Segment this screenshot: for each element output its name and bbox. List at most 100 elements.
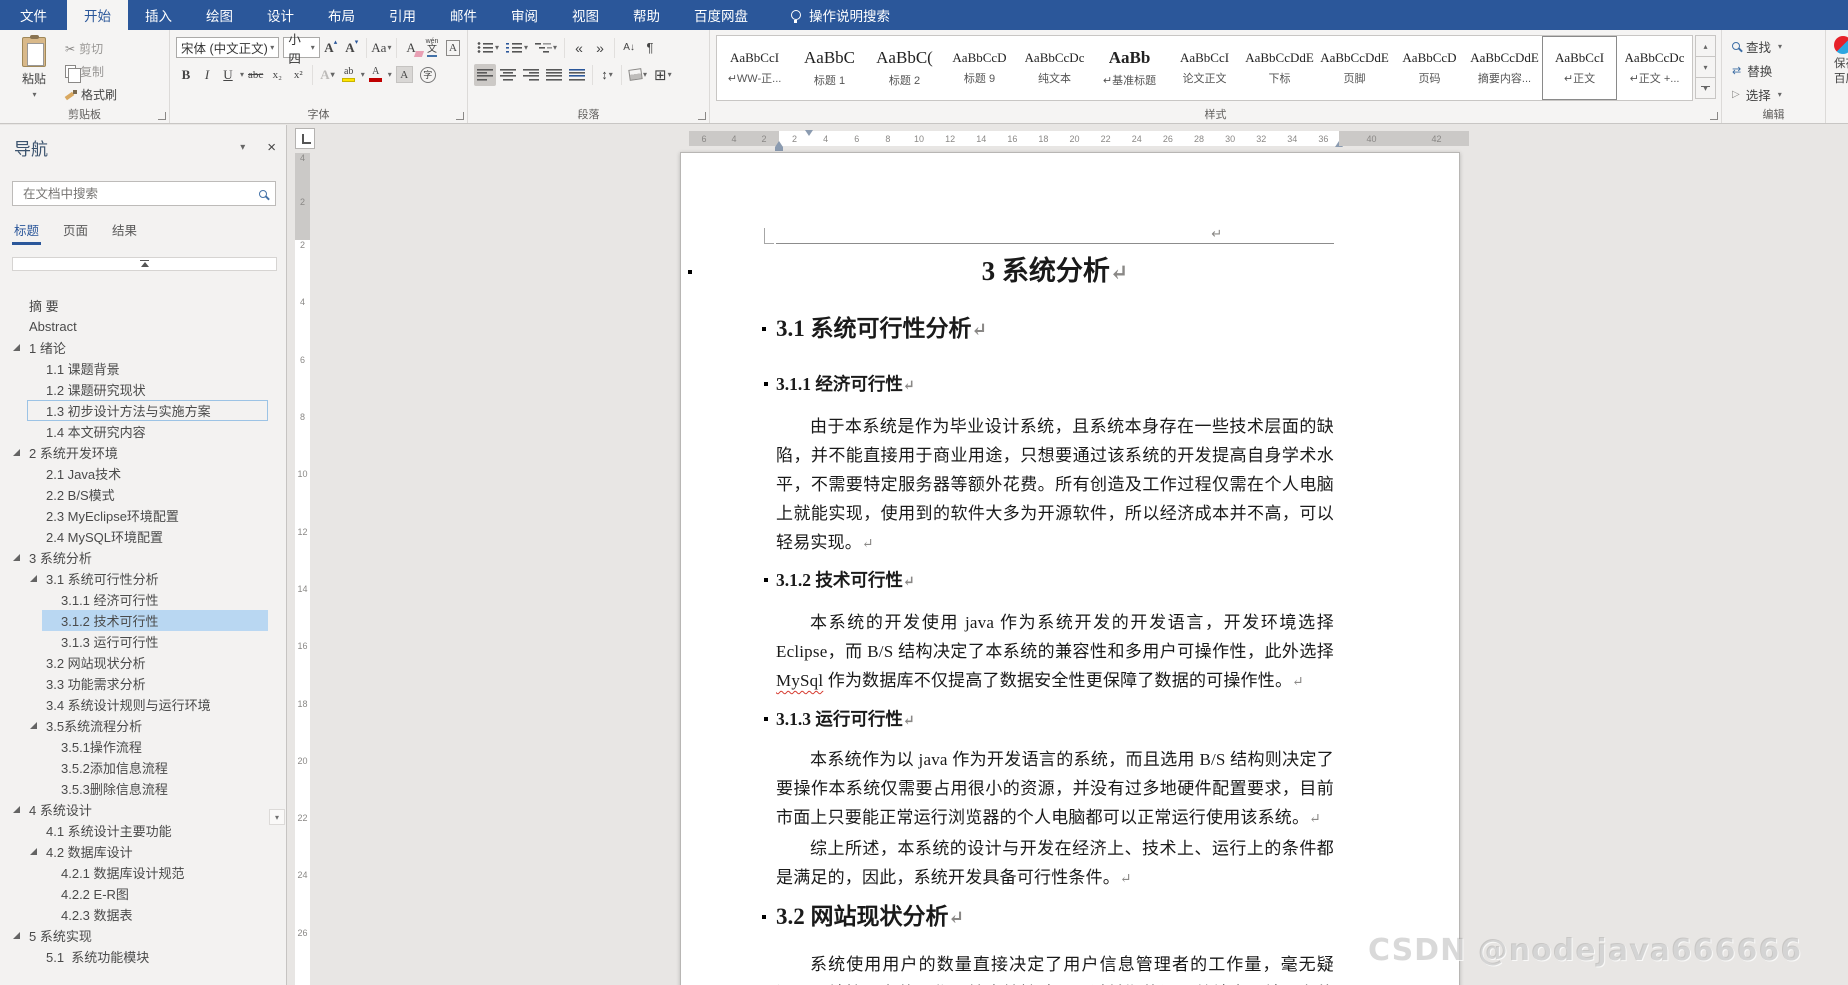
nav-outline-item[interactable]: 4 系统设计 xyxy=(10,799,268,820)
line-spacing-button[interactable]: ↕▾ xyxy=(597,64,617,86)
dialog-launcher-icon[interactable] xyxy=(158,112,166,120)
body-paragraph[interactable]: 综上所述，本系统的设计与开发在经济上、技术上、运行上的条件都是满足的，因此，系统… xyxy=(776,834,1334,894)
style-item[interactable]: AaBb ↵基准标题 xyxy=(1092,36,1167,100)
align-center-button[interactable] xyxy=(497,64,519,86)
ribbon-tab[interactable]: 插入 xyxy=(128,0,189,30)
highlight-color-button[interactable]: ab xyxy=(339,64,359,86)
nav-outline-item[interactable]: 4.2.1 数据库设计规范 xyxy=(42,862,268,883)
expand-arrow-icon[interactable] xyxy=(27,384,42,395)
nav-outline-item[interactable]: 1.4 本文研究内容 xyxy=(27,421,268,442)
nav-outline-item[interactable]: 4.1 系统设计主要功能 xyxy=(27,820,268,841)
align-right-button[interactable] xyxy=(520,64,542,86)
replace-button[interactable]: ⇄ 替换 xyxy=(1732,58,1821,82)
expand-arrow-icon[interactable] xyxy=(27,489,42,500)
justify-button[interactable] xyxy=(543,64,565,86)
expand-arrow-icon[interactable] xyxy=(10,321,25,332)
sort-button[interactable]: A↓ xyxy=(619,37,639,59)
grow-font-button[interactable]: A▴ xyxy=(321,37,341,59)
nav-outline-item[interactable]: 4.2.2 E-R图 xyxy=(42,883,268,904)
expand-arrow-icon[interactable] xyxy=(27,657,42,668)
expand-arrow-icon[interactable] xyxy=(42,867,57,878)
nav-outline-item[interactable]: 3.2 网站现状分析 xyxy=(27,652,268,673)
page-header-area[interactable]: ↵ xyxy=(776,153,1334,244)
expand-arrow-icon[interactable] xyxy=(27,846,42,857)
nav-outline-item[interactable]: 5 系统实现 xyxy=(10,925,268,946)
expand-arrow-icon[interactable] xyxy=(27,951,42,962)
clear-formatting-button[interactable]: A xyxy=(401,37,421,59)
ribbon-tab[interactable]: 引用 xyxy=(372,0,433,30)
increase-indent-button[interactable]: » xyxy=(590,37,610,59)
nav-search-input[interactable] xyxy=(21,186,259,202)
nav-outline-item[interactable]: 摘 要 xyxy=(10,295,268,316)
nav-tab[interactable]: 标题 xyxy=(14,217,39,241)
nav-tab[interactable]: 页面 xyxy=(63,217,88,241)
phonetic-guide-button[interactable]: wén文 xyxy=(422,37,442,59)
body-paragraph[interactable]: 由于本系统是作为毕业设计系统，且系统本身存在一些技术层面的缺陷，并不能直接用于商… xyxy=(776,412,1334,559)
chevron-down-icon[interactable]: ▾ xyxy=(240,70,244,79)
nav-outline-item[interactable]: 1.2 课题研究现状 xyxy=(27,379,268,400)
ribbon-tab[interactable]: 视图 xyxy=(555,0,616,30)
expand-arrow-icon[interactable] xyxy=(42,594,57,605)
show-marks-button[interactable]: ¶ xyxy=(640,37,660,59)
shrink-font-button[interactable]: A▾ xyxy=(342,37,362,59)
body-paragraph[interactable]: 本系统作为以 java 作为开发语言的系统，而且选用 B/S 结构则决定了要操作… xyxy=(776,745,1334,834)
strikethrough-button[interactable]: abc xyxy=(245,64,266,86)
nav-outline-item[interactable]: 2.2 B/S模式 xyxy=(27,484,268,505)
chapter-heading[interactable]: 3 系统分析↵ xyxy=(776,254,1334,290)
decrease-indent-button[interactable]: « xyxy=(569,37,589,59)
font-size-select[interactable]: 小四 ▾ xyxy=(283,37,319,58)
expand-arrow-icon[interactable] xyxy=(10,447,25,458)
expand-arrow-icon[interactable] xyxy=(42,909,57,920)
nav-tab[interactable]: 结果 xyxy=(112,217,137,241)
select-button[interactable]: ▷ 选择 ▾ xyxy=(1732,82,1821,106)
find-button[interactable]: 查找 ▾ xyxy=(1732,34,1821,58)
expand-arrow-icon[interactable] xyxy=(42,783,57,794)
pane-options-icon[interactable]: ▾ xyxy=(240,142,245,153)
expand-arrow-icon[interactable] xyxy=(10,552,25,563)
numbering-button[interactable]: ▾ xyxy=(503,37,531,59)
expand-arrow-icon[interactable] xyxy=(27,363,42,374)
nav-outline-item[interactable]: 3.1.3 运行可行性 xyxy=(42,631,268,652)
nav-outline-item[interactable]: 1.1 课题背景 xyxy=(27,358,268,379)
nav-outline-item[interactable]: 3.5系统流程分析 xyxy=(27,715,268,736)
tab-selector[interactable] xyxy=(295,128,315,149)
style-item[interactable]: AaBbCcD 标题 9 xyxy=(942,36,1017,100)
font-color-button[interactable]: A xyxy=(366,64,386,86)
document-page[interactable]: ↵ 3 系统分析↵ 3.1 系统可行性分析↵ 3.1.1 经济可行性↵ xyxy=(680,152,1460,985)
cut-button[interactable]: ✂ 剪切 xyxy=(62,38,120,59)
subscript-button[interactable]: x₂ xyxy=(267,64,287,86)
dialog-launcher-icon[interactable] xyxy=(456,112,464,120)
style-item[interactable]: AaBbCcD 页码 xyxy=(1392,36,1467,100)
nav-outline-item[interactable]: 1.3 初步设计方法与实施方案 xyxy=(27,400,268,421)
expand-arrow-icon[interactable] xyxy=(27,699,42,710)
dialog-launcher-icon[interactable] xyxy=(698,112,706,120)
nav-outline-item[interactable]: 3.5.1操作流程 xyxy=(42,736,268,757)
ribbon-tab[interactable]: 审阅 xyxy=(494,0,555,30)
body-paragraph[interactable]: 系统使用用户的数量直接决定了用户信息管理者的工作量，毫无疑问，网站管理者的工作量… xyxy=(776,950,1334,985)
tell-me-search[interactable]: 操作说明搜索 xyxy=(791,0,890,30)
expand-arrow-icon[interactable] xyxy=(42,762,57,773)
hanging-indent-marker[interactable] xyxy=(775,137,783,147)
expand-arrow-icon[interactable] xyxy=(10,804,25,815)
style-item[interactable]: AaBbCcI 论文正文 xyxy=(1167,36,1242,100)
subsection-heading-3-1-3[interactable]: 3.1.3 运行可行性↵ xyxy=(776,707,1334,733)
expand-arrow-icon[interactable] xyxy=(27,573,42,584)
change-case-button[interactable]: Aa▾ xyxy=(371,37,393,59)
expand-arrow-icon[interactable] xyxy=(27,510,42,521)
gallery-up-button[interactable]: ▴ xyxy=(1695,35,1716,57)
gallery-more-button[interactable]: ▾ xyxy=(1695,77,1716,99)
expand-arrow-icon[interactable] xyxy=(10,342,25,353)
expand-arrow-icon[interactable] xyxy=(27,426,42,437)
ribbon-tab[interactable]: 绘图 xyxy=(189,0,250,30)
subsection-heading-3-1-2[interactable]: 3.1.2 技术可行性↵ xyxy=(776,568,1334,594)
body-paragraph[interactable]: 本系统的开发使用 java 作为系统开发的开发语言，开发环境选择 Eclipse… xyxy=(776,608,1334,697)
chevron-down-icon[interactable]: ▾ xyxy=(361,70,365,79)
character-shading-button[interactable]: A xyxy=(393,64,416,86)
nav-outline-item[interactable]: 3.3 功能需求分析 xyxy=(27,673,268,694)
ribbon-tab[interactable]: 开始 xyxy=(67,0,128,30)
multilevel-list-button[interactable]: ▾ xyxy=(532,37,560,59)
style-item[interactable]: AaBbCcDdE 页脚 xyxy=(1317,36,1392,100)
superscript-button[interactable]: x² xyxy=(288,64,308,86)
expand-arrow-icon[interactable] xyxy=(27,678,42,689)
nav-outline-item[interactable]: 4.2.3 数据表 xyxy=(42,904,268,925)
